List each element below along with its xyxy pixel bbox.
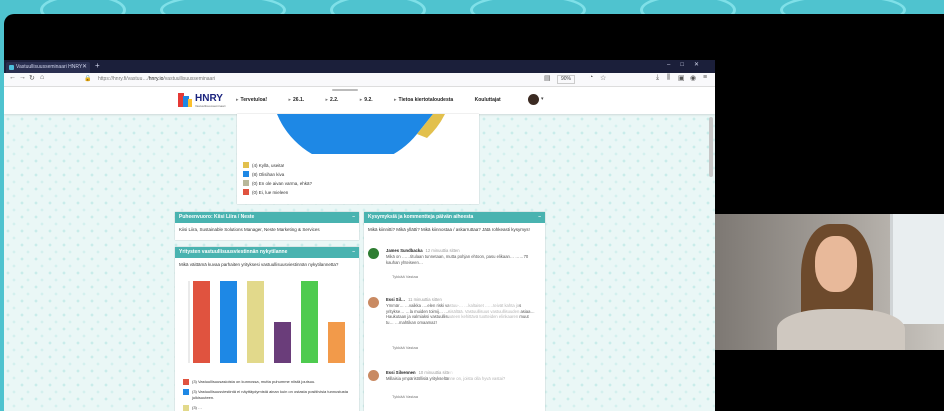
collapse-icon: – [352, 214, 355, 220]
logo-text: HNRY [195, 93, 223, 104]
close-tab-icon[interactable]: ✕ [82, 62, 87, 73]
bar-legend-item: (3) Vastuullisuusasioista on kunnossa, m… [183, 379, 362, 385]
page-scrollbar[interactable] [709, 117, 713, 177]
webcam-window-backdrop [890, 214, 944, 324]
qa-question: Mikä kiinnitti? Mikä yllätti? Mikä kiinn… [368, 227, 530, 232]
bar-4 [274, 322, 291, 363]
bar-2 [220, 281, 237, 363]
comment-actions[interactable]: Tykkää Vastaa [392, 394, 418, 400]
speaker-card-body: Kiisi Liira, Sustainable Solutions Manag… [179, 227, 320, 232]
poll-legend-item: (0) En ole aivan varma, ehkä? [243, 180, 312, 187]
favicon-icon [9, 65, 14, 70]
speaker-card-header[interactable]: Puheenvuoro: Kiisi Liira / Neste – [175, 212, 359, 223]
bar-6 [328, 322, 345, 363]
main-nav: ▸ Tervetuloa! ▸ 26.1. ▸ 2.2. ▸ 9.2. ▸ Tietoa … [236, 97, 521, 103]
bar-legend-item: (3) Vastuullisuusviestintä ei näyttäydym… [183, 389, 362, 401]
bar-chart-card: Yritysten vastuullisuusviestinnän nykyti… [175, 247, 359, 411]
pie-slice-olisihan-kiva [277, 114, 433, 154]
account-icon[interactable]: ◉ [690, 74, 696, 82]
qa-card-header[interactable]: Kysymyksiä ja kommentteja päivän aiheest… [364, 212, 545, 223]
user-avatar[interactable] [528, 94, 539, 105]
webcam-video [715, 214, 944, 350]
zoom-level[interactable]: 90% [557, 75, 576, 84]
avatar [368, 370, 379, 381]
address-toolbar: ← → ↻ ⌂ 🔒 https://hnry.fi/vastuu…/hnry.i… [4, 73, 715, 87]
avatar [368, 248, 379, 259]
chevron-down-icon[interactable]: ▾ [541, 96, 544, 102]
bookmark-star-icon[interactable]: ☆ [600, 74, 606, 82]
home-icon[interactable]: ⌂ [40, 74, 44, 81]
nav-item[interactable]: ▸ 26.1. [289, 97, 315, 103]
poll-legend-item: (0) Ei, lue mieleen [243, 189, 288, 196]
back-icon[interactable]: ← [9, 74, 16, 81]
browser-window: Vastuullisuusseminaari HNRY ✕ + –□✕ ← → … [4, 60, 715, 411]
poll-card: (4) Kyllä, useita! (8) Olisihan kiva (0)… [237, 114, 479, 204]
screen-overlay [449, 270, 519, 388]
downloads-icon[interactable]: ⤓ [656, 74, 659, 82]
scroll-handle[interactable] [332, 89, 358, 91]
menu-icon[interactable]: ≡ [703, 74, 707, 81]
tab-bar: Vastuullisuusseminaari HNRY ✕ + –□✕ [4, 60, 715, 73]
nav-item[interactable]: Kouluttajat [475, 97, 511, 103]
comment-actions[interactable]: Tykkää Vastaa [392, 274, 418, 280]
site-header: HNRY Vastuullisuusseminaari ▸ Tervetuloa!… [4, 87, 715, 114]
reader-icon[interactable]: ▤ [544, 74, 551, 82]
new-tab-button[interactable]: + [95, 61, 100, 70]
web-page: HNRY Vastuullisuusseminaari ▸ Tervetuloa!… [4, 87, 715, 411]
url-field[interactable]: https://hnry.fi/vastuu…/hnry.io/vastuull… [98, 75, 528, 84]
bar-1 [193, 281, 210, 363]
bar-card-header[interactable]: Yritysten vastuullisuusviestinnän nykyti… [175, 247, 359, 258]
nav-item[interactable]: ▸ 2.2. [326, 97, 349, 103]
avatar [368, 297, 379, 308]
comment-actions[interactable]: Tykkää Vastaa [392, 345, 418, 351]
nav-item[interactable]: ▸ Tervetuloa! [236, 97, 277, 103]
bar-3 [247, 281, 264, 363]
reload-icon[interactable]: ↻ [29, 74, 35, 82]
browser-tab[interactable]: Vastuullisuusseminaari HNRY ✕ [6, 62, 90, 73]
nav-item[interactable]: ▸ 9.2. [360, 97, 383, 103]
library-icon[interactable]: ⫼ [667, 74, 670, 82]
bar-chart [188, 281, 345, 363]
extension-icon[interactable]: ◔ [589, 74, 593, 81]
pie-chart [277, 114, 445, 154]
speaker-card: Puheenvuoro: Kiisi Liira / Neste – Kiisi … [175, 212, 359, 240]
nav-item[interactable]: ▸ Tietoa kiertotaloudesta [394, 97, 463, 103]
bar-card-question: Mikä väittämä kuvaa parhaiten yrityksesi… [179, 262, 339, 267]
presenter-face [815, 236, 857, 292]
bar-5 [301, 281, 318, 363]
poll-legend-item: (4) Kyllä, useita! [243, 162, 284, 169]
tab-title: Vastuullisuusseminaari HNRY [16, 64, 83, 70]
lock-icon: 🔒 [84, 76, 92, 82]
logo-subtext: Vastuullisuusseminaari [195, 104, 226, 108]
hnry-logo[interactable] [178, 93, 192, 107]
sidebar-icon[interactable]: ▣ [678, 74, 685, 82]
poll-legend-item: (8) Olisihan kiva [243, 171, 284, 178]
bar-legend-item: (3) … [183, 405, 362, 411]
window-controls[interactable]: –□✕ [667, 61, 709, 68]
forward-icon[interactable]: → [19, 74, 26, 81]
